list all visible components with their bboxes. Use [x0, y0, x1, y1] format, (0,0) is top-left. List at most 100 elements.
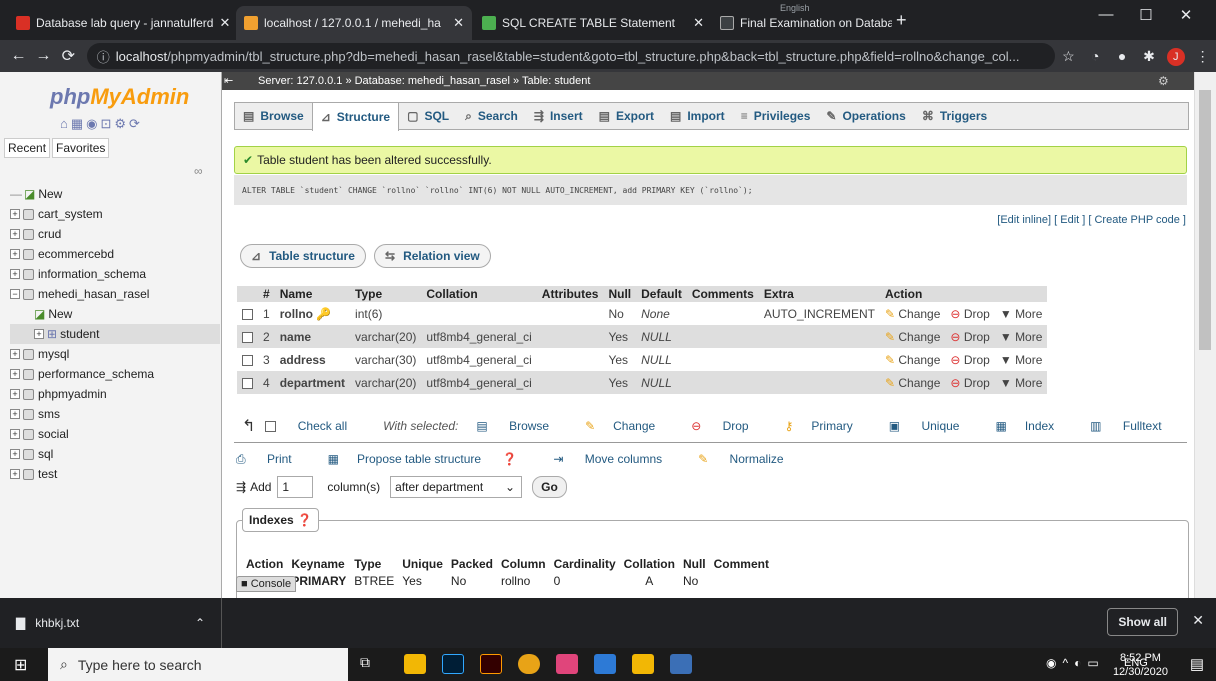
expand-icon[interactable]: +: [10, 469, 20, 479]
tab-insert[interactable]: ⇶ Insert: [526, 103, 591, 129]
expand-icon[interactable]: +: [10, 229, 20, 239]
more-button[interactable]: ▼ More: [994, 302, 1048, 325]
close-icon[interactable]: ✕: [687, 15, 704, 31]
row-checkbox[interactable]: [242, 354, 253, 366]
tree-db[interactable]: + sql: [10, 444, 220, 464]
column-header[interactable]: Name: [274, 286, 351, 302]
propose-structure-link[interactable]: ▦ Propose table structure ❓: [328, 452, 536, 467]
new-tab-button[interactable]: +: [896, 10, 907, 31]
change-button[interactable]: ✎ Change: [879, 348, 946, 371]
chevron-up-icon[interactable]: ⌃: [195, 616, 205, 630]
recent-tab[interactable]: Recent: [4, 138, 51, 158]
tab-phpmyadmin[interactable]: localhost / 127.0.0.1 / mehedi_ha ✕: [236, 6, 472, 40]
relation-view-tab[interactable]: ⇆ Relation view: [374, 244, 491, 268]
avatar[interactable]: J: [1162, 47, 1189, 66]
vscode-icon[interactable]: [594, 654, 616, 674]
nav-icons[interactable]: ⌂▦◉⊡⚙⟳: [60, 116, 143, 132]
tab-sql[interactable]: ▢ SQL: [399, 103, 457, 129]
illustrator-icon[interactable]: [480, 654, 502, 674]
extension-icon[interactable]: ◔: [1082, 48, 1109, 64]
tab-export[interactable]: ▤ Export: [591, 103, 662, 129]
move-columns-link[interactable]: ⇥ Move columns: [553, 452, 680, 467]
more-button[interactable]: ▼ More: [994, 325, 1048, 348]
row-checkbox[interactable]: [242, 377, 253, 389]
download-item[interactable]: ▇ khbkj.txt ⌃: [0, 598, 222, 648]
drop-button[interactable]: ⊖ Drop: [945, 348, 995, 371]
bulk-primary-button[interactable]: ⚷ Primary: [785, 419, 871, 433]
tab-browse[interactable]: ▤ Browse: [235, 103, 312, 129]
back-button[interactable]: ←: [6, 47, 31, 65]
close-icon[interactable]: ✕: [213, 15, 230, 31]
gear-icon[interactable]: ⚙: [1158, 74, 1169, 88]
scrollbar[interactable]: [1194, 72, 1216, 598]
tree-db[interactable]: + phpmyadmin: [10, 384, 220, 404]
app-icon[interactable]: [670, 654, 692, 674]
tree-new[interactable]: — ◪ New: [10, 184, 220, 204]
windows-start-icon[interactable]: ⊞: [14, 655, 27, 675]
maximize-button[interactable]: ☐: [1126, 6, 1166, 24]
print-link[interactable]: ⎙ Print: [236, 452, 310, 467]
tab-operations[interactable]: ✎ Operations: [818, 103, 913, 129]
xampp-icon[interactable]: [556, 654, 578, 674]
expand-icon[interactable]: +: [34, 329, 44, 339]
check-all[interactable]: Check all: [265, 419, 365, 433]
tree-db[interactable]: + mysql: [10, 344, 220, 364]
expand-icon[interactable]: +: [10, 449, 20, 459]
clock[interactable]: 8:52 PM 12/30/2020: [1113, 651, 1168, 679]
change-button[interactable]: ✎ Change: [879, 325, 946, 348]
column-count-input[interactable]: 1: [277, 476, 314, 498]
tree-db[interactable]: + test: [10, 464, 220, 484]
tab-import[interactable]: ▤ Import: [662, 103, 733, 129]
drop-button[interactable]: ⊖ Drop: [945, 325, 995, 348]
bulk-unique-button[interactable]: ▣ Unique: [889, 419, 978, 433]
collapse-icon[interactable]: −: [10, 289, 20, 299]
expand-icon[interactable]: +: [10, 369, 20, 379]
file-explorer-icon[interactable]: [404, 654, 426, 674]
tree-db[interactable]: + ecommercebd: [10, 244, 220, 264]
bulk-fulltext-button[interactable]: ▥ Fulltext: [1090, 419, 1179, 433]
console-toggle[interactable]: ■ Console: [236, 576, 297, 592]
reload-button[interactable]: ⟳: [56, 46, 81, 66]
chrome-icon[interactable]: [518, 654, 540, 674]
drop-button[interactable]: ⊖ Drop: [945, 302, 995, 325]
expand-icon[interactable]: +: [10, 209, 20, 219]
go-button[interactable]: Go: [532, 476, 567, 498]
task-view-icon[interactable]: ⧉: [360, 654, 382, 674]
change-button[interactable]: ✎ Change: [879, 371, 946, 394]
url-field[interactable]: ⓘ localhost/phpmyadmin/tbl_structure.php?…: [86, 43, 1056, 69]
link-icon[interactable]: ∞: [194, 164, 203, 178]
help-icon[interactable]: ❓: [502, 452, 517, 466]
tree-table-student[interactable]: + ⊞ student: [10, 324, 220, 344]
more-button[interactable]: ▼ More: [994, 371, 1048, 394]
help-icon[interactable]: ❓: [297, 513, 312, 527]
change-button[interactable]: ✎ Change: [879, 302, 946, 325]
show-all-button[interactable]: Show all: [1107, 608, 1178, 636]
tree-db[interactable]: + cart_system: [10, 204, 220, 224]
expand-icon[interactable]: +: [10, 269, 20, 279]
expand-icon[interactable]: +: [10, 389, 20, 399]
expand-icon[interactable]: +: [10, 429, 20, 439]
close-icon[interactable]: ✕: [447, 15, 464, 31]
bulk-index-button[interactable]: ▦ Index: [995, 419, 1072, 433]
tree-db[interactable]: + social: [10, 424, 220, 444]
bulk-browse-button[interactable]: ▤ Browse: [476, 419, 567, 433]
sublime-icon[interactable]: [632, 654, 654, 674]
drop-button[interactable]: ⊖ Drop: [945, 371, 995, 394]
column-header[interactable]: Collation: [421, 286, 537, 302]
expand-icon[interactable]: +: [10, 249, 20, 259]
expand-icon[interactable]: +: [10, 349, 20, 359]
tab-search[interactable]: ⌕ Search: [457, 103, 526, 129]
tree-db[interactable]: + information_schema: [10, 264, 220, 284]
bulk-drop-button[interactable]: ⊖ Drop: [691, 419, 766, 433]
minimize-button[interactable]: —: [1086, 6, 1126, 23]
tree-db[interactable]: + crud: [10, 224, 220, 244]
more-button[interactable]: ▼ More: [994, 348, 1048, 371]
puzzle-icon[interactable]: ✱: [1136, 48, 1163, 65]
normalize-link[interactable]: ✎ Normalize: [698, 452, 801, 467]
edit-links[interactable]: [Edit inline] [ Edit ] [ Create PHP code…: [997, 214, 1186, 226]
bulk-change-button[interactable]: ✎ Change: [585, 419, 673, 433]
tab-gmail[interactable]: Database lab query - jannatulferd ✕: [8, 6, 236, 40]
position-select[interactable]: after department ⌄: [390, 476, 523, 498]
breadcrumb[interactable]: Server: 127.0.0.1 » Database: mehedi_has…: [222, 72, 1194, 90]
tab-w3schools[interactable]: SQL CREATE TABLE Statement ✕: [474, 6, 712, 40]
